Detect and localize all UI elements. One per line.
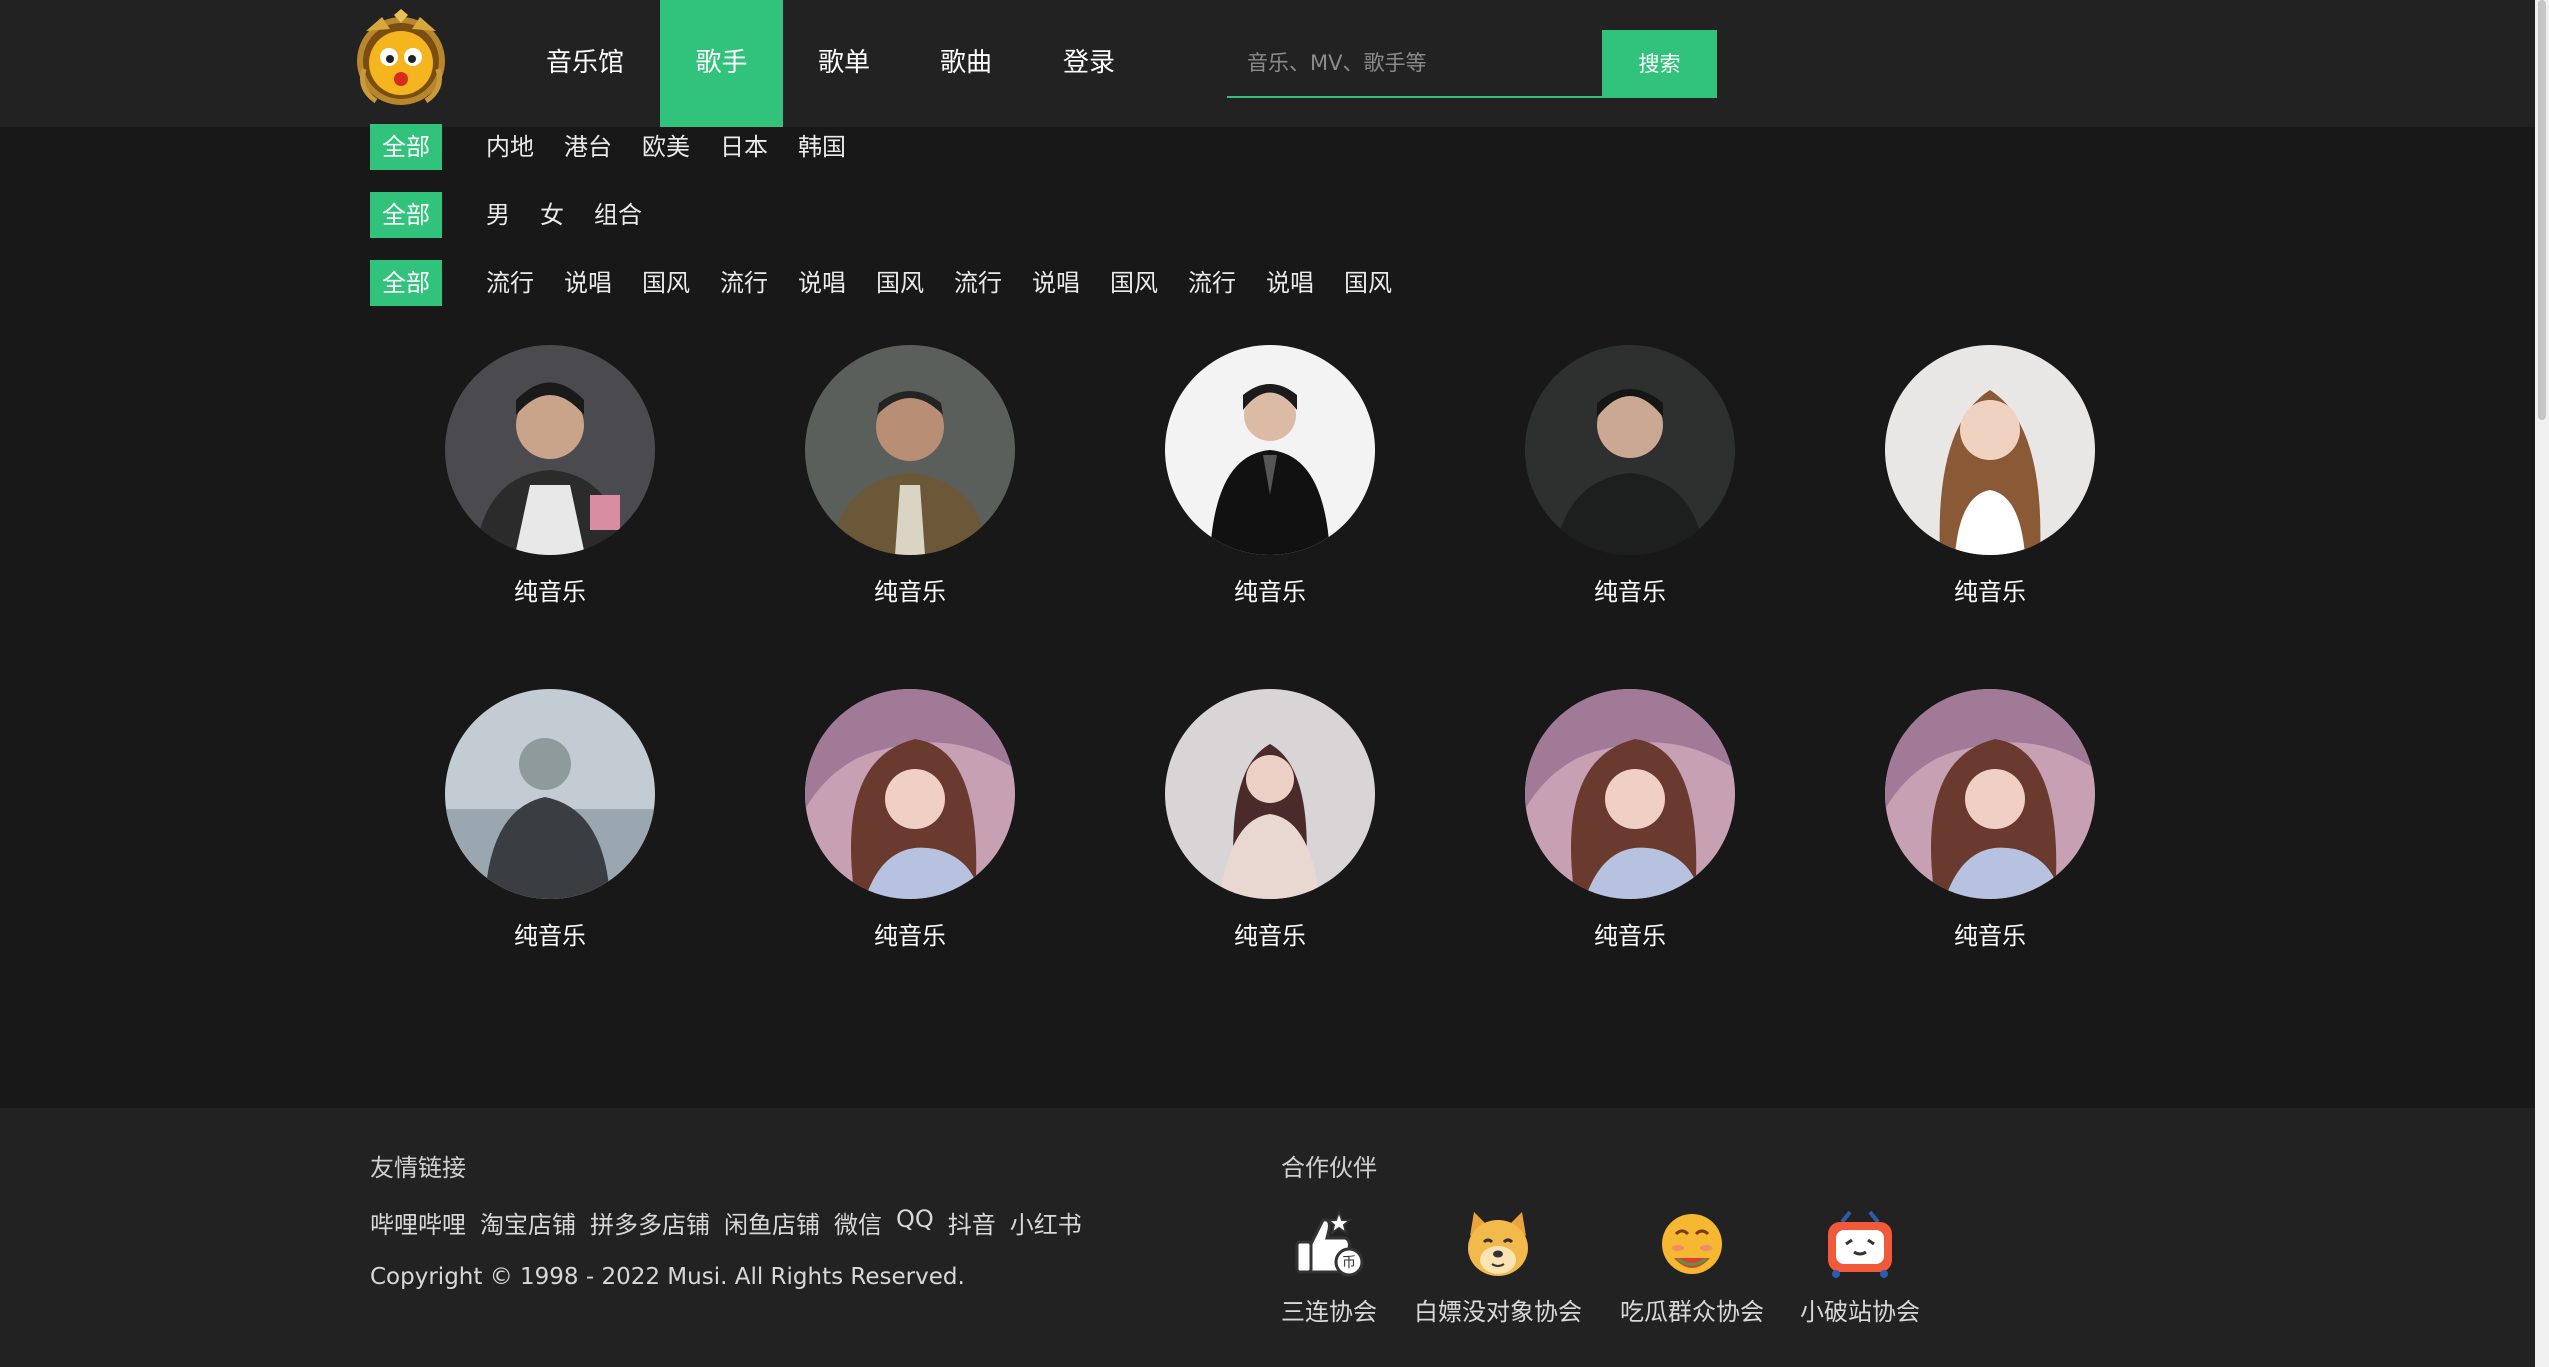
friend-link[interactable]: 拼多多店铺 xyxy=(590,1205,710,1240)
singer-card[interactable]: 纯音乐 xyxy=(760,689,1060,951)
top-header: 音乐馆 歌手 歌单 歌曲 登录 搜索 xyxy=(0,0,2549,127)
singer-avatar[interactable] xyxy=(805,345,1015,555)
nav-playlists[interactable]: 歌单 xyxy=(800,0,888,127)
region-filter-options: 内地 港台 欧美 日本 韩国 xyxy=(486,124,876,170)
partners-title: 合作伙伴 xyxy=(1281,1154,1377,1182)
genre-option[interactable]: 流行 xyxy=(954,260,1002,306)
gender-option[interactable]: 男 xyxy=(486,192,510,238)
genre-option[interactable]: 国风 xyxy=(876,260,924,306)
partner-item[interactable]: 白嫖没对象协会 xyxy=(1414,1208,1582,1327)
copyright-text: Copyright © 1998 - 2022 Musi. All Rights… xyxy=(370,1264,965,1290)
region-option[interactable]: 韩国 xyxy=(798,124,846,170)
app-logo[interactable] xyxy=(354,9,449,111)
singer-name[interactable]: 纯音乐 xyxy=(1120,577,1420,607)
partner-label: 白嫖没对象协会 xyxy=(1414,1298,1582,1326)
nav-music-hall[interactable]: 音乐馆 xyxy=(530,0,640,127)
doge-icon xyxy=(1468,1212,1528,1276)
friend-link[interactable]: 淘宝店铺 xyxy=(480,1205,576,1240)
singer-avatar[interactable] xyxy=(1525,689,1735,899)
singer-card[interactable]: 纯音乐 xyxy=(1480,689,1780,951)
search-button[interactable]: 搜索 xyxy=(1602,30,1717,98)
genre-filter-options: 流行 说唱 国风 流行 说唱 国风 流行 说唱 国风 流行 说唱 国风 xyxy=(486,260,1422,306)
friend-link[interactable]: 微信 xyxy=(834,1205,882,1240)
singer-avatar[interactable] xyxy=(445,345,655,555)
singer-name[interactable]: 纯音乐 xyxy=(400,921,700,951)
genre-option[interactable]: 流行 xyxy=(1188,260,1236,306)
bilibili-tv-icon xyxy=(1828,1210,1892,1278)
singer-card[interactable]: 纯音乐 xyxy=(400,345,700,607)
singer-card[interactable]: 纯音乐 xyxy=(1840,689,2140,951)
singer-name[interactable]: 纯音乐 xyxy=(1840,577,2140,607)
region-option[interactable]: 日本 xyxy=(720,124,768,170)
genre-option[interactable]: 国风 xyxy=(1110,260,1158,306)
gender-filter-options: 男 女 组合 xyxy=(486,192,672,238)
singer-name[interactable]: 纯音乐 xyxy=(760,577,1060,607)
singer-name[interactable]: 纯音乐 xyxy=(1120,921,1420,951)
friend-link[interactable]: 小红书 xyxy=(1010,1205,1082,1240)
genre-filter-all[interactable]: 全部 xyxy=(370,260,442,306)
singer-avatar[interactable] xyxy=(445,689,655,899)
singer-name[interactable]: 纯音乐 xyxy=(1480,921,1780,951)
melon-emoji-icon xyxy=(1662,1214,1722,1274)
region-filter-all[interactable]: 全部 xyxy=(370,124,442,170)
gender-filter-all[interactable]: 全部 xyxy=(370,192,442,238)
partner-label: 三连协会 xyxy=(1281,1298,1377,1326)
search-box xyxy=(1227,30,1602,98)
genre-option[interactable]: 国风 xyxy=(642,260,690,306)
scrollbar-thumb[interactable] xyxy=(2538,0,2546,420)
svg-text:币: 币 xyxy=(1342,1255,1356,1271)
singer-avatar[interactable] xyxy=(1165,345,1375,555)
gender-option[interactable]: 组合 xyxy=(594,192,642,238)
partner-label: 吃瓜群众协会 xyxy=(1620,1298,1764,1326)
nav-login[interactable]: 登录 xyxy=(1045,0,1133,127)
triple-like-icon: 币 xyxy=(1295,1209,1364,1277)
gender-option[interactable]: 女 xyxy=(540,192,564,238)
friend-link[interactable]: 抖音 xyxy=(948,1205,996,1240)
singer-name[interactable]: 纯音乐 xyxy=(1840,921,2140,951)
singer-avatar[interactable] xyxy=(1885,689,2095,899)
partner-item[interactable]: 小破站协会 xyxy=(1800,1208,1920,1327)
friend-link[interactable]: 闲鱼店铺 xyxy=(724,1205,820,1240)
region-option[interactable]: 内地 xyxy=(486,124,534,170)
partner-item[interactable]: 币 三连协会 xyxy=(1281,1208,1377,1327)
footer: 友情链接 哔哩哔哩 淘宝店铺 拼多多店铺 闲鱼店铺 微信 QQ 抖音 小红书 C… xyxy=(0,1108,2549,1367)
genre-option[interactable]: 说唱 xyxy=(564,260,612,306)
singer-card[interactable]: 纯音乐 xyxy=(1120,345,1420,607)
genre-option[interactable]: 流行 xyxy=(720,260,768,306)
friend-links-title: 友情链接 xyxy=(370,1154,466,1182)
singer-card[interactable]: 纯音乐 xyxy=(1480,345,1780,607)
genre-option[interactable]: 说唱 xyxy=(1032,260,1080,306)
search-input[interactable] xyxy=(1227,30,1602,96)
singer-avatar[interactable] xyxy=(1525,345,1735,555)
genre-option[interactable]: 国风 xyxy=(1344,260,1392,306)
friend-link[interactable]: QQ xyxy=(896,1205,934,1240)
singer-card[interactable]: 纯音乐 xyxy=(1840,345,2140,607)
genre-option[interactable]: 流行 xyxy=(486,260,534,306)
region-option[interactable]: 港台 xyxy=(564,124,612,170)
singer-avatar[interactable] xyxy=(1885,345,2095,555)
genre-option[interactable]: 说唱 xyxy=(798,260,846,306)
singer-name[interactable]: 纯音乐 xyxy=(1480,577,1780,607)
singer-avatar[interactable] xyxy=(1165,689,1375,899)
partner-label: 小破站协会 xyxy=(1800,1298,1920,1326)
nav-singers[interactable]: 歌手 xyxy=(660,0,783,127)
nav-songs[interactable]: 歌曲 xyxy=(922,0,1010,127)
singer-card[interactable]: 纯音乐 xyxy=(400,689,700,951)
singer-name[interactable]: 纯音乐 xyxy=(760,921,1060,951)
friend-link[interactable]: 哔哩哔哩 xyxy=(370,1205,466,1240)
singer-card[interactable]: 纯音乐 xyxy=(1120,689,1420,951)
genre-option[interactable]: 说唱 xyxy=(1266,260,1314,306)
singer-card[interactable]: 纯音乐 xyxy=(760,345,1060,607)
partner-item[interactable]: 吃瓜群众协会 xyxy=(1620,1208,1764,1327)
page: 音乐馆 歌手 歌单 歌曲 登录 搜索 全部 内地 港台 欧美 日本 韩国 全部 … xyxy=(0,0,2549,1367)
singer-avatar[interactable] xyxy=(805,689,1015,899)
singer-name[interactable]: 纯音乐 xyxy=(400,577,700,607)
friend-links: 哔哩哔哩 淘宝店铺 拼多多店铺 闲鱼店铺 微信 QQ 抖音 小红书 xyxy=(370,1205,1096,1240)
region-option[interactable]: 欧美 xyxy=(642,124,690,170)
